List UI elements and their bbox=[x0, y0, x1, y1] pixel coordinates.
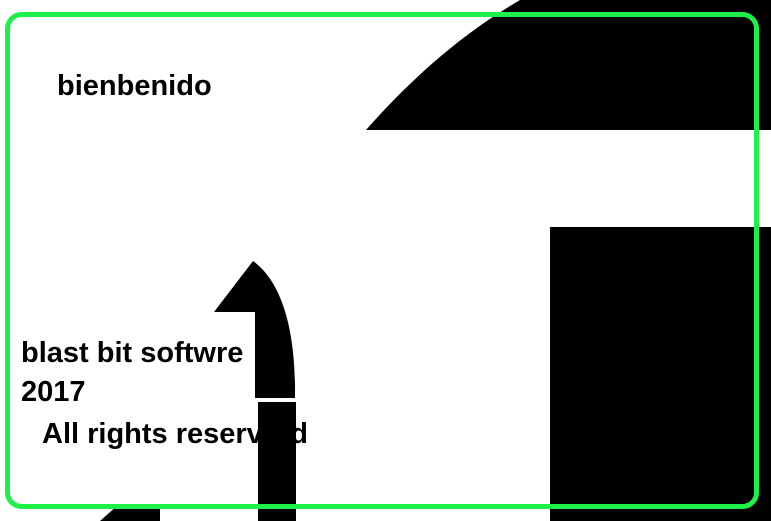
top-right-dome-shape bbox=[366, 0, 771, 130]
welcome-label: bienbenido bbox=[57, 70, 212, 102]
rights-label: All rights reserverd bbox=[42, 418, 308, 450]
year-label: 2017 bbox=[21, 376, 86, 408]
hook-pillar-shape bbox=[214, 261, 296, 398]
splash-screen: bienbenido blast bit softwre 2017 All ri… bbox=[0, 0, 771, 521]
bottom-right-block-shape bbox=[550, 227, 771, 521]
company-label: blast bit softwre bbox=[21, 337, 244, 369]
